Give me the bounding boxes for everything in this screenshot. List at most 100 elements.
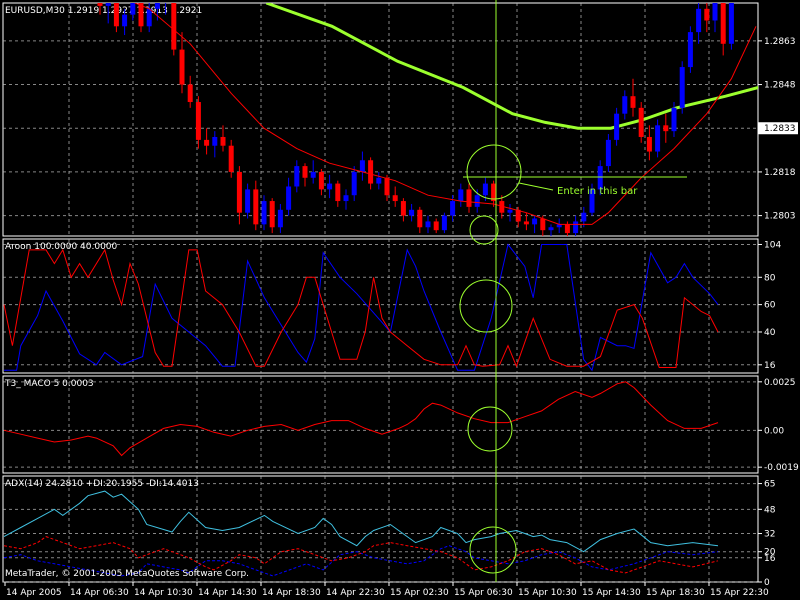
candle-bull: [548, 227, 554, 231]
x-tick-label: 14 Apr 22:30: [326, 588, 385, 598]
candle-bear: [720, 3, 726, 44]
x-tick-label: 15 Apr 06:30: [454, 588, 513, 598]
candle-bull: [622, 96, 628, 114]
x-tick-label: 14 Apr 2005: [6, 588, 62, 598]
candle-bull: [655, 125, 661, 152]
y-tick-label: 1.2863: [764, 37, 796, 47]
candle-bull: [507, 209, 513, 213]
candle-bear: [204, 139, 210, 146]
candle-bull: [458, 189, 464, 202]
y-tick-label: 48: [764, 505, 776, 515]
candle-bear: [179, 49, 185, 85]
candle-bear: [368, 160, 374, 184]
y-tick-label: 65: [764, 480, 775, 490]
candle-bear: [384, 177, 390, 196]
candle-bear: [138, 3, 144, 27]
candle-bull: [376, 177, 382, 184]
candle-bear: [253, 189, 259, 225]
candle-bull: [310, 171, 316, 178]
candle-bull: [696, 8, 702, 33]
pane-title: T3_ MACO 5 0.0003: [4, 379, 94, 389]
x-tick-label: 14 Apr 10:30: [134, 588, 193, 598]
candle-bull: [327, 183, 333, 190]
candle-bull: [294, 166, 300, 187]
candle-bear: [630, 96, 636, 108]
candle-bull: [687, 32, 693, 68]
candle-bull: [532, 218, 538, 225]
candle-bear: [646, 136, 652, 152]
candle-bull: [474, 195, 480, 207]
copyright-text: MetaTrader, © 2001-2005 MetaQuotes Softw…: [5, 569, 249, 579]
candle-bull: [671, 107, 677, 132]
candle-bear: [523, 221, 529, 225]
candle-bull: [277, 209, 283, 228]
candle-bear: [302, 166, 308, 178]
candle-bull: [343, 195, 349, 202]
candle-bull: [573, 221, 579, 234]
candle-bear: [540, 218, 546, 231]
candle-bear: [515, 209, 521, 222]
candle-bull: [712, 3, 718, 21]
candle-bull: [212, 136, 218, 146]
candle-bull: [450, 201, 456, 216]
candle-bear: [638, 107, 644, 137]
candle-bear: [392, 195, 398, 202]
y-tick-label: 1.2848: [764, 81, 796, 91]
y-tick-label: 1.2818: [764, 168, 796, 178]
candle-bull: [261, 201, 267, 225]
candle-bull: [146, 8, 152, 27]
candle-bull: [351, 171, 357, 196]
candle-bear: [236, 171, 242, 213]
candle-bull: [286, 186, 292, 210]
current-price-label: 1.2833: [764, 124, 796, 134]
candle-bear: [433, 221, 439, 231]
candle-bear: [417, 209, 423, 228]
pane-title: Aroon 100.0000 40.0000: [5, 242, 118, 252]
y-tick-label: 16: [764, 554, 776, 564]
candle-bear: [228, 145, 234, 172]
candle-bull: [728, 3, 734, 44]
candle-bear: [663, 125, 669, 132]
y-tick-label: 0.00: [764, 426, 784, 436]
candle-bear: [318, 171, 324, 190]
x-tick-label: 15 Apr 02:30: [390, 588, 449, 598]
candle-bull: [441, 215, 447, 231]
y-tick-label: 1.2803: [764, 212, 796, 222]
x-tick-label: 14 Apr 14:30: [198, 588, 257, 598]
candle-bull: [122, 14, 128, 27]
y-tick-label: 16: [764, 361, 776, 371]
candle-bear: [466, 189, 472, 207]
y-tick-label: 40: [764, 328, 776, 338]
candle-bear: [269, 201, 275, 228]
x-tick-label: 15 Apr 10:30: [518, 588, 577, 598]
candle-bear: [187, 84, 193, 103]
candle-bull: [614, 113, 620, 140]
y-tick-label: 80: [764, 273, 776, 283]
x-tick-label: 15 Apr 18:30: [646, 588, 705, 598]
candle-bear: [195, 102, 201, 140]
y-tick-label: 104: [764, 240, 781, 250]
candle-bull: [425, 221, 431, 228]
y-tick-label: 0.0025: [764, 378, 796, 388]
candle-bull: [154, 3, 160, 9]
candle-bear: [113, 3, 119, 27]
y-tick-label: 32: [764, 530, 775, 540]
candle-bull: [605, 139, 611, 167]
x-tick-label: 14 Apr 06:30: [70, 588, 129, 598]
candle-bear: [564, 224, 570, 234]
y-tick-label: 60: [764, 301, 776, 311]
candle-bear: [704, 8, 710, 21]
candle-bull: [581, 212, 587, 222]
candle-bear: [400, 201, 406, 216]
candle-bear: [220, 136, 226, 146]
candle-bull: [245, 189, 251, 213]
pane-title: ADX(14) 24.2810 +DI:20.1955 -DI:14.4013: [5, 479, 199, 489]
candle-bear: [171, 3, 177, 50]
candle-bull: [409, 209, 415, 216]
candle-bull: [359, 160, 365, 172]
candle-bull: [482, 183, 488, 196]
metatrader-chart: 1.28631.28481.28331.28181.2803EURUSD,M30…: [0, 0, 800, 600]
candle-bull: [679, 67, 685, 108]
y-tick-label: -0.0019: [764, 463, 799, 473]
y-tick-label: 0: [764, 578, 770, 588]
